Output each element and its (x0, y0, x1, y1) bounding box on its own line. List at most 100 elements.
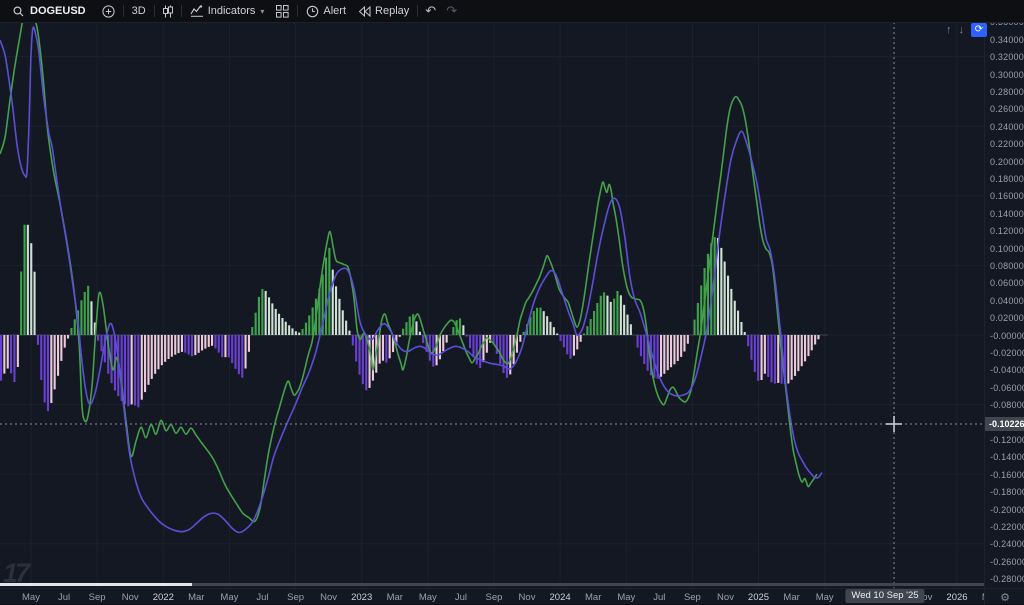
price-tick-label: -0.20000 (990, 505, 1024, 515)
price-tick-label: -0.24000 (990, 539, 1024, 549)
alert-button[interactable]: Alert (300, 0, 352, 22)
price-tick-label: 0.02000 (990, 313, 1024, 323)
time-tick-label: Jul (653, 592, 665, 603)
indicators-label: Indicators (208, 5, 256, 17)
price-tick-label: 0.14000 (990, 209, 1024, 219)
time-tick-label: Nov (717, 592, 734, 603)
price-tick-label: 0.08000 (990, 261, 1024, 271)
time-tick-label: May (220, 592, 238, 603)
candlestick-icon (163, 5, 173, 18)
tradingview-app: DOGEUSD 3D Indicators ▾ (0, 0, 1024, 604)
symbol-name: DOGEUSD (28, 5, 90, 17)
price-tick-label: 0.04000 (990, 296, 1024, 306)
toolbar-divider (297, 5, 298, 17)
toolbar-divider (417, 5, 418, 17)
scroll-down-icon[interactable]: ↓ (959, 23, 965, 37)
redo-button[interactable]: ↷ (441, 3, 462, 19)
price-tick-label: -0.02000 (990, 348, 1024, 358)
price-tick-label: 0.06000 (990, 278, 1024, 288)
time-tick-label: Sep (287, 592, 304, 603)
price-tick-label: -0.00000 (990, 331, 1024, 341)
reset-chart-view-button[interactable]: ⟳ (971, 23, 987, 37)
price-tick-label: -0.22000 (990, 522, 1024, 532)
price-tick-label: 0.26000 (990, 104, 1024, 114)
indicators-icon (190, 5, 204, 17)
price-tick-label: 0.32000 (990, 52, 1024, 62)
time-tick-label: Jul (256, 592, 268, 603)
time-tick-label: May (816, 592, 834, 603)
price-tick-label: -0.16000 (990, 470, 1024, 480)
time-tick-label: Mar (387, 592, 403, 603)
price-tick-label: 0.16000 (990, 191, 1024, 201)
price-axis[interactable]: 0.360000.340000.320000.300000.280000.260… (984, 22, 1024, 588)
chart-scrollbar-track[interactable] (192, 583, 984, 586)
price-tick-label: 0.10000 (990, 244, 1024, 254)
chart-scrollbar-thumb[interactable] (0, 583, 192, 586)
interval-label: 3D (132, 5, 146, 17)
price-tick-label: -0.04000 (990, 365, 1024, 375)
tradingview-logo: 17 (3, 558, 27, 589)
price-tick-label: 0.12000 (990, 226, 1024, 236)
time-tick-label: Sep (684, 592, 701, 603)
crosshair-date-label: Wed 10 Sep '25 (845, 589, 924, 603)
top-toolbar: DOGEUSD 3D Indicators ▾ (0, 0, 1024, 23)
time-tick-label: Mar (188, 592, 204, 603)
replay-icon (358, 6, 371, 17)
price-tick-label: -0.14000 (990, 452, 1024, 462)
crosshair-price-label: -0.10226 (984, 417, 1024, 431)
layout-grid-icon (276, 5, 289, 18)
time-tick-label: 2026 (946, 592, 967, 603)
price-tick-label: 0.20000 (990, 157, 1024, 167)
replay-button[interactable]: Replay (352, 0, 415, 22)
time-tick-label: Jul (58, 592, 70, 603)
search-icon (13, 6, 24, 17)
time-tick-label: Nov (519, 592, 536, 603)
time-tick-label: Mar (585, 592, 601, 603)
time-tick-label: May (617, 592, 635, 603)
time-tick-label: May (22, 592, 40, 603)
toolbar-divider (123, 5, 124, 17)
price-tick-label: 0.22000 (990, 139, 1024, 149)
alert-label: Alert (323, 5, 346, 17)
time-tick-label: May (419, 592, 437, 603)
price-tick-label: 0.34000 (990, 35, 1024, 45)
price-tick-label: 0.18000 (990, 174, 1024, 184)
price-tick-label: -0.28000 (990, 574, 1024, 584)
symbol-search-button[interactable]: DOGEUSD (7, 0, 96, 22)
alert-clock-icon (306, 5, 319, 18)
time-tick-label: Sep (89, 592, 106, 603)
toolbar-divider (154, 5, 155, 17)
price-tick-label: 0.30000 (990, 70, 1024, 80)
toolbar-divider (181, 5, 182, 17)
price-tick-label: -0.18000 (990, 487, 1024, 497)
time-tick-label: Nov (122, 592, 139, 603)
time-tick-label: Jul (455, 592, 467, 603)
time-tick-label: Nov (320, 592, 337, 603)
time-tick-label: Mar (783, 592, 799, 603)
price-tick-label: 0.24000 (990, 122, 1024, 132)
scale-controls: ↑ ↓ ⟳ (946, 23, 987, 37)
indicator-templates-button[interactable] (270, 0, 295, 22)
time-tick-label: 2022 (153, 592, 174, 603)
price-tick-label: 0.28000 (990, 87, 1024, 97)
price-tick-label: -0.12000 (990, 435, 1024, 445)
interval-button[interactable]: 3D (126, 0, 152, 22)
time-tick-label: 2024 (550, 592, 571, 603)
replay-label: Replay (375, 5, 409, 17)
chart-type-button[interactable] (157, 0, 179, 22)
scroll-up-icon[interactable]: ↑ (946, 23, 952, 37)
time-tick-label: 2023 (351, 592, 372, 603)
price-tick-label: -0.26000 (990, 557, 1024, 567)
undo-button[interactable]: ↶ (420, 3, 441, 19)
price-tick-label: -0.08000 (990, 400, 1024, 410)
gear-icon: ⚙ (1000, 591, 1010, 604)
indicators-button[interactable]: Indicators ▾ (184, 0, 271, 22)
time-tick-label: 2025 (748, 592, 769, 603)
axis-settings-corner[interactable]: ⚙ (984, 588, 1024, 605)
indicator-plot[interactable] (0, 0, 1024, 604)
price-tick-label: -0.06000 (990, 383, 1024, 393)
chevron-down-icon: ▾ (260, 7, 264, 16)
plus-circle-icon (102, 5, 115, 18)
compare-add-symbol-button[interactable] (96, 0, 121, 22)
time-axis[interactable]: May Jul Sep Nov 2022 Mar May Jul Sep Nov 2023 Mar Ma… (0, 588, 984, 605)
